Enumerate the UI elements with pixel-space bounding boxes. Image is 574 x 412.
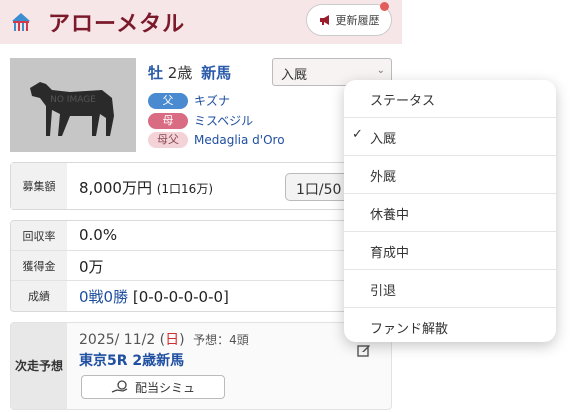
stat-label: 回収率: [11, 221, 67, 250]
stat-label: 獲得金: [11, 251, 67, 280]
horse-class: 新馬: [201, 64, 232, 82]
recruit-amount: 8,000万円: [79, 179, 152, 197]
pedigree-sire: 父 キズナ: [148, 92, 230, 109]
damsire-name[interactable]: Medaglia d'Oro: [194, 133, 285, 147]
no-image-text: NO IMAGE: [50, 95, 96, 105]
payout-simulation-button[interactable]: 配当シミュ: [81, 375, 225, 399]
menu-item-gaikyu[interactable]: 外厩: [344, 156, 556, 194]
sire-name[interactable]: キズナ: [194, 92, 230, 109]
next-race-card: 次走 予想 2025/ 11/2 (日) 予想：4頭 東京5R 2歳新馬 配当シ…: [10, 322, 392, 410]
pedigree-damsire: 母父 Medaglia d'Oro: [148, 132, 285, 148]
stat-row: 成績 0戦0勝 [0-0-0-0-0-0]: [11, 281, 391, 311]
update-history-label: 更新履歴: [335, 14, 380, 27]
recruit-per-unit: (1口16万): [156, 182, 214, 196]
money-hand-icon: [111, 380, 128, 393]
damsire-tag: 母父: [148, 132, 188, 148]
megaphone-icon: [319, 15, 329, 25]
recruit-value: 8,000万円 (1口16万): [79, 177, 213, 198]
horse-profile: 牡 2歳 新馬: [148, 62, 231, 83]
race-date-text: 2025/ 11/2 (: [79, 332, 166, 348]
notification-dot: [380, 2, 389, 11]
race-date: 2025/ 11/2 (日) 予想：4頭: [79, 329, 249, 349]
menu-item-retired[interactable]: 引退: [344, 270, 556, 308]
payout-simulation-label: 配当シミュ: [134, 380, 195, 395]
horse-sex: 牡: [148, 64, 164, 82]
horse-photo: NO IMAGE: [10, 58, 136, 152]
pedigree-dam: 母 ミスベジル: [148, 112, 253, 129]
logo-icon: [12, 13, 30, 31]
record-detail: [0-0-0-0-0-0]: [132, 288, 229, 306]
check-icon: ✓: [352, 127, 363, 142]
menu-item-fund-dissolved[interactable]: ファンド解散: [344, 308, 556, 346]
menu-item-training[interactable]: 育成中: [344, 232, 556, 270]
menu-item-nyukyu[interactable]: ✓ 入厩: [344, 118, 556, 156]
horse-silhouette-icon: [30, 82, 114, 136]
dam-tag: 母: [148, 112, 188, 129]
recruit-row: 募集額 8,000万円 (1口16万) 1口/50: [10, 162, 392, 210]
update-history-button[interactable]: 更新履歴: [306, 4, 392, 36]
stat-row: 回収率 0.0%: [11, 221, 391, 251]
next-race-label-line2: 予想: [39, 359, 64, 373]
dam-name[interactable]: ミスベジル: [194, 112, 253, 129]
menu-item-status-header[interactable]: ステータス: [344, 80, 556, 118]
menu-item-label: 入厩: [370, 132, 397, 147]
status-select-value: 入厩: [281, 68, 308, 83]
stat-label: 成績: [11, 281, 67, 311]
stats-table: 回収率 0.0% 獲得金 0万 成績 0戦0勝 [0-0-0-0-0-0]: [10, 220, 392, 312]
record-value: 0戦0勝 [0-0-0-0-0-0]: [79, 286, 229, 307]
next-race-label: 次走 予想: [11, 323, 67, 409]
race-date-close: ): [179, 332, 185, 348]
chevron-down-icon: ⌄: [376, 65, 385, 76]
recruit-label: 募集額: [11, 163, 67, 209]
prediction-count: 予想：4頭: [193, 333, 249, 347]
stat-value: 0万: [79, 258, 104, 276]
next-race-label-line1: 次走: [14, 359, 39, 373]
menu-item-resting[interactable]: 休養中: [344, 194, 556, 232]
wins-link[interactable]: 0戦0勝: [79, 288, 128, 306]
stat-value: 0.0%: [79, 226, 118, 244]
horse-age: 2歳: [167, 64, 193, 82]
stat-row: 獲得金 0万: [11, 251, 391, 281]
app-header: アローメタル 更新履歴: [0, 0, 402, 44]
status-dropdown-menu: ステータス ✓ 入厩 外厩 休養中 育成中 引退 ファンド解散: [344, 80, 556, 342]
horse-name-title: アローメタル: [48, 12, 186, 37]
sire-tag: 父: [148, 92, 188, 109]
race-name-link[interactable]: 東京5R 2歳新馬: [79, 350, 184, 370]
race-day: 日: [165, 332, 180, 348]
